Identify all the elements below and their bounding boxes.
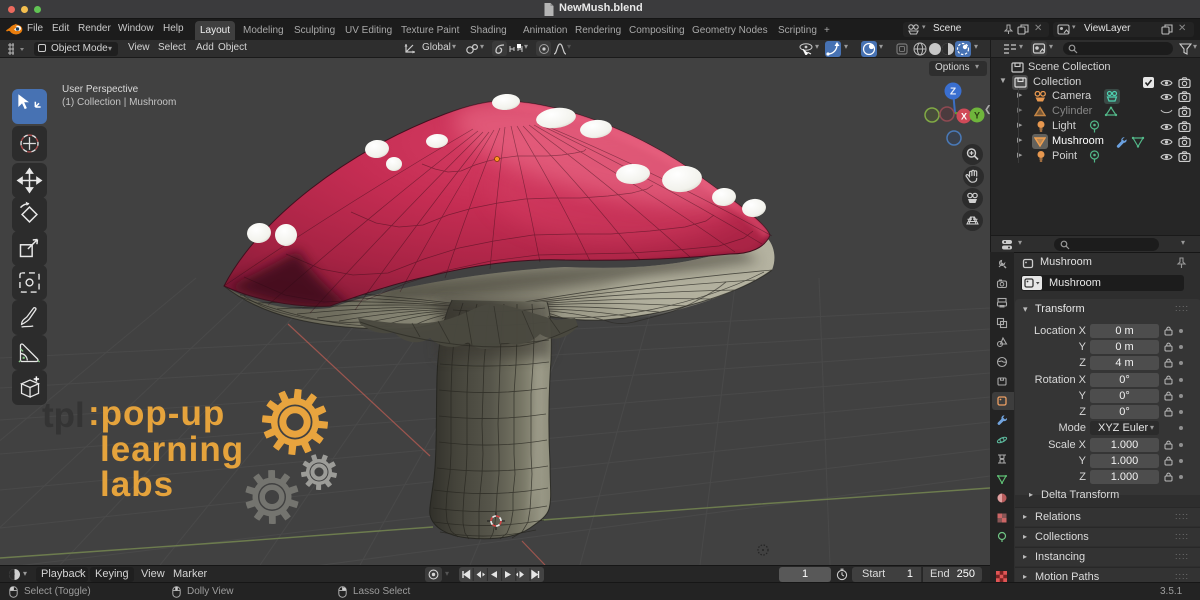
svg-text:X: X [961, 112, 967, 122]
svg-text:Z: Z [950, 87, 956, 98]
svg-text:Y: Y [974, 111, 980, 121]
